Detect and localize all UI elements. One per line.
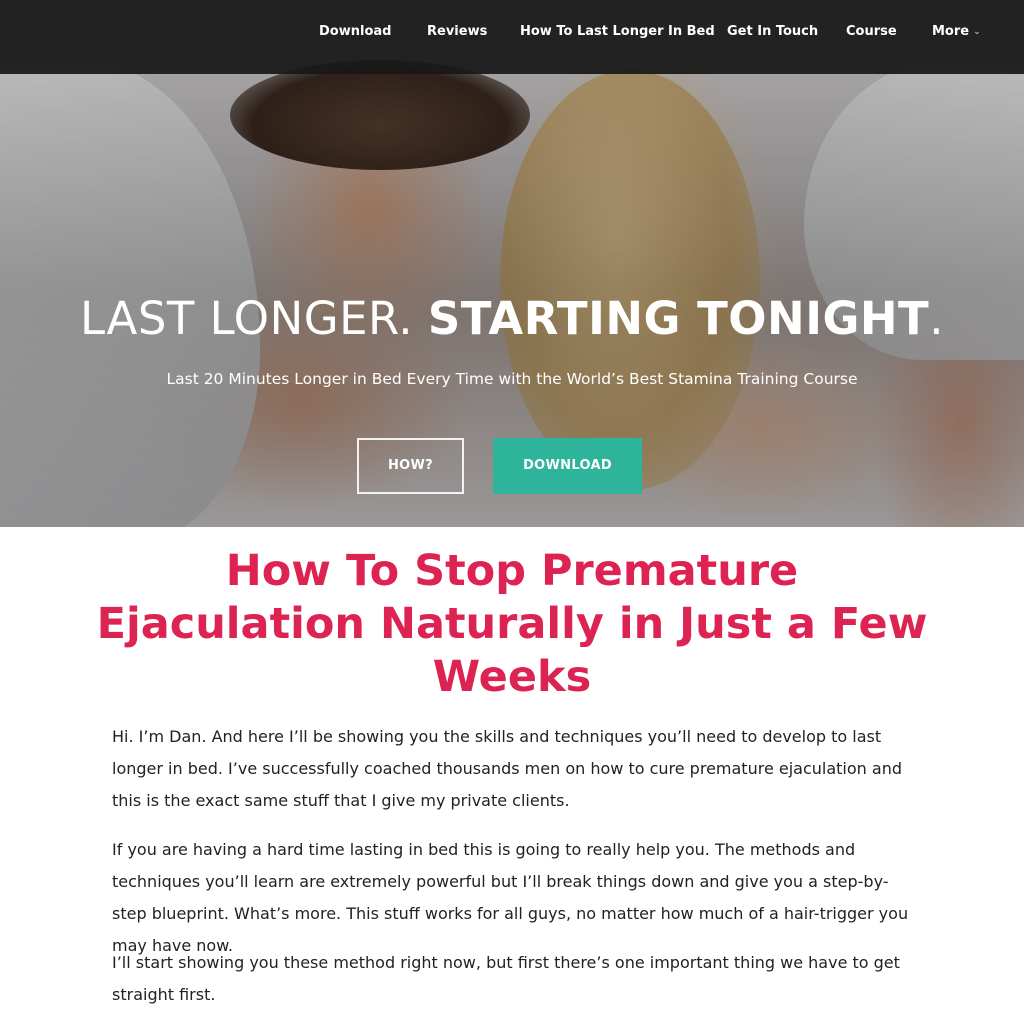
nav-item-more[interactable]: More ⌄ [932,24,981,39]
nav-item-download[interactable]: Download [319,24,391,39]
nav-item-reviews[interactable]: Reviews [427,24,487,39]
hero-banner: LAST LONGER. STARTING TONIGHT. Last 20 M… [0,0,1024,527]
hero-subtitle: Last 20 Minutes Longer in Bed Every Time… [166,370,858,388]
chevron-down-icon: ⌄ [973,27,981,37]
nav-item-course[interactable]: Course [846,24,897,39]
download-button[interactable]: DOWNLOAD [493,438,642,494]
nav-item-how-to-last-longer[interactable]: How To Last Longer In Bed [520,24,715,39]
how-button[interactable]: HOW? [357,438,464,494]
article-title: How To Stop Premature Ejaculation Natura… [96,546,928,702]
nav-menu: Download Reviews How To Last Longer In B… [0,0,1024,64]
nav-item-get-in-touch[interactable]: Get In Touch [727,24,818,39]
top-nav: Download Reviews How To Last Longer In B… [0,0,1024,74]
hero-title-end: . [929,292,945,345]
hero-title-light: LAST LONGER. [79,292,428,345]
hero-title: LAST LONGER. STARTING TONIGHT. [0,292,1024,345]
article-paragraph: Hi. I’m Dan. And here I’ll be showing yo… [112,727,902,810]
nav-item-more-label: More [932,24,970,39]
article-paragraph: I’ll start showing you these method righ… [112,953,900,1004]
hero-title-bold: STARTING TONIGHT [427,292,930,345]
article-paragraph: If you are having a hard time lasting in… [112,840,909,955]
